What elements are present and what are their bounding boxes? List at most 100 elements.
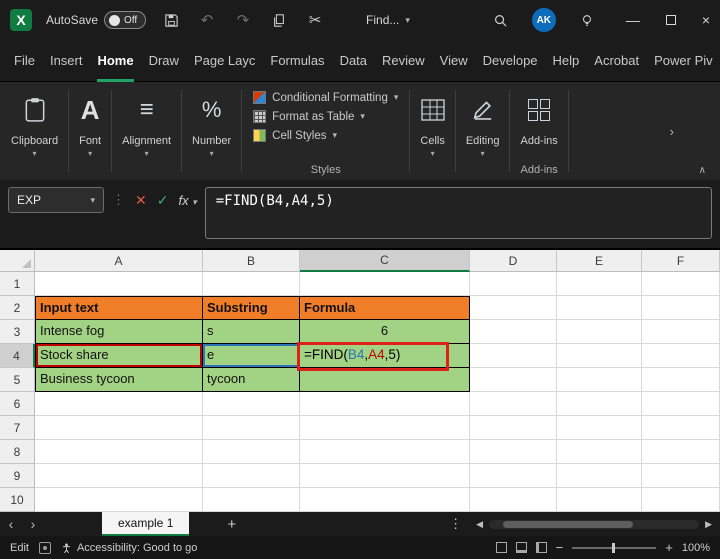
user-avatar[interactable]: AK — [532, 8, 556, 32]
alignment-group[interactable]: ≡ Alignment ▾ — [113, 82, 180, 180]
menu-tab-home[interactable]: Home — [97, 40, 133, 82]
col-header-F[interactable]: F — [642, 250, 720, 272]
ribbon-overflow-chevron[interactable]: › — [670, 124, 674, 139]
copy-icon[interactable] — [268, 9, 290, 31]
cells-group[interactable]: Cells ▾ — [411, 82, 453, 180]
normal-view-icon[interactable] — [496, 542, 507, 553]
cell-E1[interactable] — [557, 272, 642, 296]
cell-D3[interactable] — [470, 320, 557, 344]
sheet-tab-active[interactable]: example 1 — [102, 512, 189, 536]
collapse-ribbon-icon[interactable]: ∧ — [699, 165, 706, 176]
zoom-slider[interactable] — [572, 547, 656, 549]
cell-F6[interactable] — [642, 392, 720, 416]
select-all-corner[interactable] — [0, 250, 35, 272]
zoom-slider-thumb[interactable] — [612, 543, 615, 553]
cell-A4[interactable]: Stock share — [35, 344, 203, 368]
cell-C7[interactable] — [300, 416, 470, 440]
cell-C10[interactable] — [300, 488, 470, 512]
maximize-button[interactable] — [666, 15, 676, 25]
conditional-formatting-button[interactable]: Conditional Formatting ▾ — [253, 91, 398, 104]
cell-F10[interactable] — [642, 488, 720, 512]
cell-F4[interactable] — [642, 344, 720, 368]
page-break-view-icon[interactable] — [536, 542, 547, 553]
col-header-C[interactable]: C — [300, 250, 470, 272]
cell-C6[interactable] — [300, 392, 470, 416]
row-header-6[interactable]: 6 — [0, 392, 35, 416]
insert-function-button[interactable]: fx ▾ — [178, 193, 196, 208]
clipboard-group[interactable]: Clipboard ▾ — [2, 82, 67, 180]
cell-E7[interactable] — [557, 416, 642, 440]
cell-A6[interactable] — [35, 392, 203, 416]
cell-F5[interactable] — [642, 368, 720, 392]
cell-E2[interactable] — [557, 296, 642, 320]
cell-B7[interactable] — [203, 416, 300, 440]
cell-C2[interactable]: Formula — [300, 296, 470, 320]
cell-C9[interactable] — [300, 464, 470, 488]
cut-icon[interactable]: ✂ — [304, 9, 326, 31]
row-header-7[interactable]: 7 — [0, 416, 35, 440]
cell-styles-button[interactable]: Cell Styles ▾ — [253, 129, 337, 142]
menu-tab-insert[interactable]: Insert — [50, 40, 83, 82]
menu-tab-power-piv[interactable]: Power Piv — [654, 40, 713, 82]
formula-input[interactable]: =FIND(B4,A4,5) — [205, 187, 712, 239]
cell-F3[interactable] — [642, 320, 720, 344]
cell-E4[interactable] — [557, 344, 642, 368]
cell-A7[interactable] — [35, 416, 203, 440]
next-sheet-icon[interactable]: › — [22, 516, 44, 532]
scroll-right-icon[interactable]: ▶ — [705, 519, 712, 530]
row-header-8[interactable]: 8 — [0, 440, 35, 464]
undo-icon[interactable]: ↶ — [196, 9, 218, 31]
scrollbar-thumb[interactable] — [503, 521, 633, 528]
col-header-E[interactable]: E — [557, 250, 642, 272]
cell-E3[interactable] — [557, 320, 642, 344]
row-header-10[interactable]: 10 — [0, 488, 35, 512]
cell-D4[interactable] — [470, 344, 557, 368]
format-as-table-button[interactable]: Format as Table ▾ — [253, 110, 365, 123]
cell-E5[interactable] — [557, 368, 642, 392]
zoom-in-button[interactable]: + — [665, 540, 673, 555]
cell-B5[interactable]: tycoon — [203, 368, 300, 392]
scroll-left-icon[interactable]: ◀ — [476, 519, 483, 530]
cell-D2[interactable] — [470, 296, 557, 320]
cell-F2[interactable] — [642, 296, 720, 320]
addins-group[interactable]: Add-ins Add-ins — [511, 82, 566, 180]
autosave-toggle[interactable]: AutoSave Off — [46, 11, 146, 29]
macro-record-icon[interactable] — [39, 542, 51, 554]
excel-logo-icon[interactable]: X — [10, 9, 32, 31]
row-header-3[interactable]: 3 — [0, 320, 35, 344]
cell-B9[interactable] — [203, 464, 300, 488]
menu-tab-formulas[interactable]: Formulas — [270, 40, 324, 82]
cell-F7[interactable] — [642, 416, 720, 440]
row-header-1[interactable]: 1 — [0, 272, 35, 296]
cell-D10[interactable] — [470, 488, 557, 512]
scrollbar-track[interactable] — [489, 520, 699, 529]
cell-D8[interactable] — [470, 440, 557, 464]
cell-D7[interactable] — [470, 416, 557, 440]
cell-B4[interactable]: e — [203, 344, 300, 368]
search-icon[interactable] — [490, 9, 512, 31]
zoom-out-button[interactable]: − — [556, 540, 564, 555]
cell-A9[interactable] — [35, 464, 203, 488]
cell-A3[interactable]: Intense fog — [35, 320, 203, 344]
cell-A10[interactable] — [35, 488, 203, 512]
cell-B2[interactable]: Substring — [203, 296, 300, 320]
cell-C3[interactable]: 6 — [300, 320, 470, 344]
name-box[interactable]: EXP ▾ — [8, 187, 104, 213]
accessibility-checker[interactable]: Accessibility: Good to go — [61, 542, 197, 554]
close-button[interactable]: × — [702, 12, 710, 28]
row-header-2[interactable]: 2 — [0, 296, 35, 320]
add-sheet-button[interactable]: + — [227, 516, 236, 533]
confirm-entry-button[interactable]: ✓ — [157, 192, 169, 209]
page-layout-view-icon[interactable] — [516, 542, 527, 553]
cell-D6[interactable] — [470, 392, 557, 416]
cell-D9[interactable] — [470, 464, 557, 488]
menu-tab-draw[interactable]: Draw — [149, 40, 179, 82]
cell-A5[interactable]: Business tycoon — [35, 368, 203, 392]
cell-F1[interactable] — [642, 272, 720, 296]
cell-B10[interactable] — [203, 488, 300, 512]
cell-F9[interactable] — [642, 464, 720, 488]
row-header-9[interactable]: 9 — [0, 464, 35, 488]
editing-group[interactable]: Editing ▾ — [457, 82, 509, 180]
cell-E10[interactable] — [557, 488, 642, 512]
menu-tab-review[interactable]: Review — [382, 40, 425, 82]
